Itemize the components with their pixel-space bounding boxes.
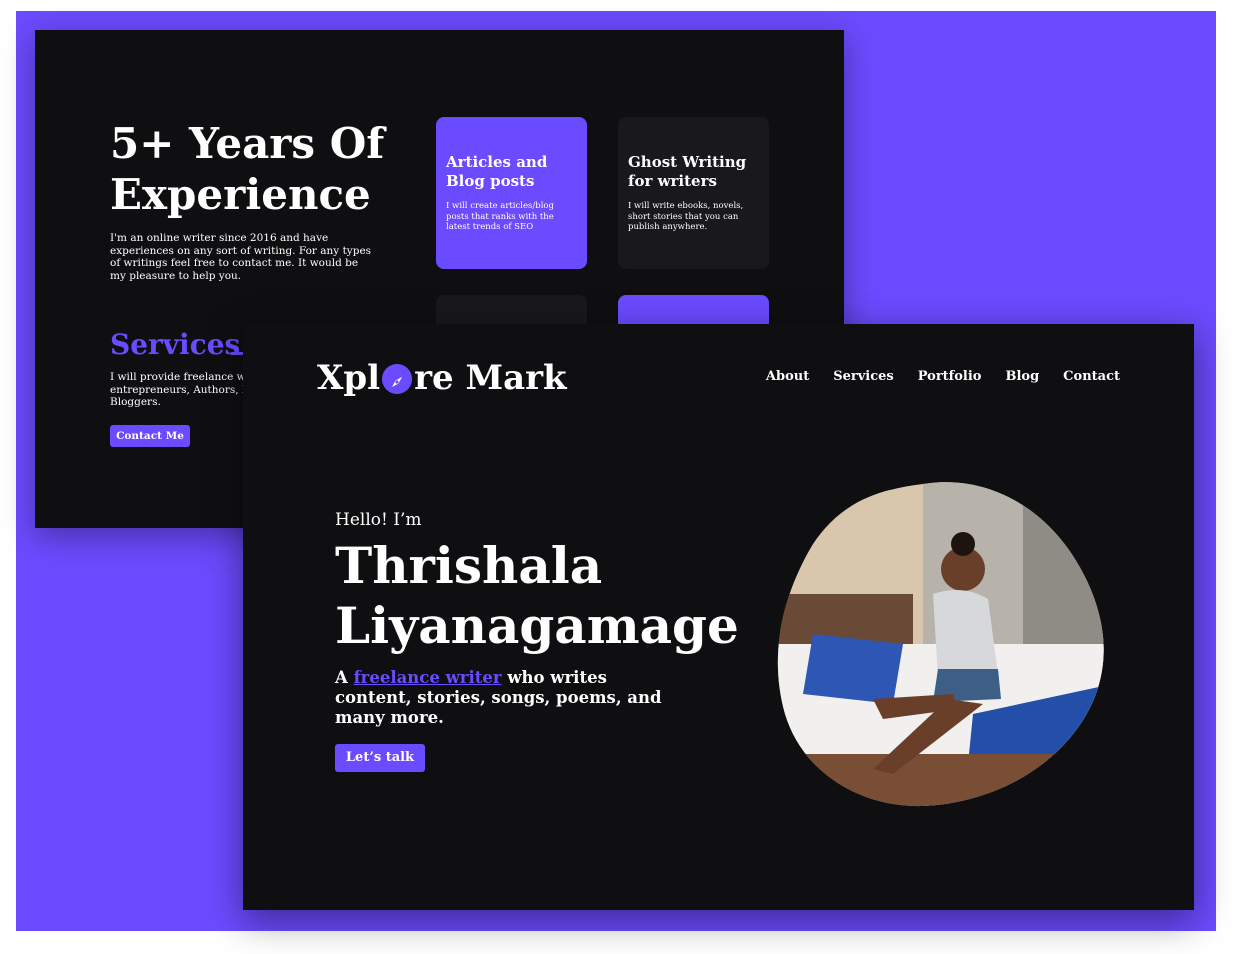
- tagline-prefix: A: [335, 668, 348, 687]
- contact-me-button[interactable]: Contact Me: [110, 425, 190, 447]
- services-text: I will provide freelance wri entrepreneu…: [110, 371, 254, 408]
- service-card-articles[interactable]: Articles and Blog posts I will create ar…: [436, 117, 587, 269]
- logo-text-left: Xpl: [317, 358, 381, 398]
- freelance-writer-link[interactable]: freelance writer: [354, 668, 502, 687]
- hero-photo: [777, 482, 1104, 807]
- nav-portfolio[interactable]: Portfolio: [918, 369, 982, 384]
- nav-blog[interactable]: Blog: [1005, 369, 1039, 384]
- lets-talk-button[interactable]: Let’s talk: [335, 744, 425, 772]
- services-underline: [231, 352, 243, 355]
- hero-name: Thrishala Liyanagamage: [335, 536, 739, 655]
- service-card-text: I will create articles/blog posts that r…: [446, 201, 554, 232]
- nav-services[interactable]: Services: [833, 369, 894, 384]
- main-nav: About Services Portfolio Blog Contact: [766, 369, 1120, 384]
- site-logo[interactable]: Xpl re Mark: [317, 356, 567, 400]
- compass-icon: [382, 364, 413, 394]
- service-card-text: I will write ebooks, novels, short stori…: [628, 201, 744, 232]
- nav-about[interactable]: About: [766, 369, 809, 384]
- hero-tagline: A freelance writer who writes content, s…: [335, 668, 665, 728]
- logo-text-right: re Mark: [414, 358, 567, 398]
- service-card-ghost-writing[interactable]: Ghost Writing for writers I will write e…: [618, 117, 769, 269]
- greeting: Hello! I’m: [335, 510, 422, 530]
- service-card-title: Ghost Writing for writers: [628, 153, 747, 190]
- services-heading: Services: [110, 328, 241, 361]
- nav-contact[interactable]: Contact: [1063, 369, 1120, 384]
- experience-heading: 5+ Years Of Experience: [110, 119, 385, 219]
- service-card-title: Articles and Blog posts: [446, 153, 548, 190]
- experience-text: I'm an online writer since 2016 and have…: [110, 232, 372, 282]
- front-page-screenshot: Xpl re Mark About Services Portfolio Blo…: [243, 324, 1194, 910]
